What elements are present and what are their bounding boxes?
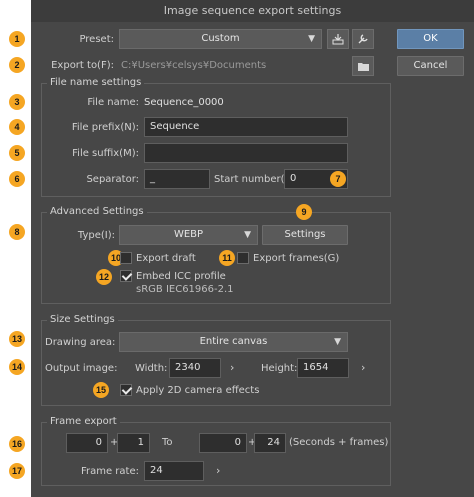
- frame-rate-label: Frame rate:: [80, 466, 139, 477]
- frame-rate-arrow-icon[interactable]: ›: [216, 464, 220, 477]
- edit-preset-button[interactable]: [352, 29, 374, 49]
- frame-rate-input[interactable]: 24: [144, 461, 204, 481]
- drawing-area-label: Drawing area:: [45, 337, 116, 348]
- export-dialog: Image sequence export settings Preset: C…: [31, 0, 474, 497]
- cancel-button[interactable]: Cancel: [397, 56, 464, 76]
- separator-label: Separator:: [86, 174, 139, 185]
- to-frames-input[interactable]: 24: [254, 433, 286, 453]
- chevron-down-icon: ▼: [244, 230, 251, 240]
- seconds-frames-unit: (Seconds + frames): [289, 437, 389, 448]
- chevron-down-icon: ▼: [334, 337, 341, 347]
- export-draft-checkbox[interactable]: [120, 252, 132, 264]
- badge-14: 14: [9, 359, 25, 375]
- embed-icc-label: Embed ICC profile: [136, 271, 226, 282]
- chevron-down-icon: ▼: [308, 34, 315, 44]
- file-suffix-label: File suffix(M):: [72, 148, 139, 159]
- height-input[interactable]: 1654: [297, 358, 349, 378]
- preset-label: Preset:: [79, 34, 114, 45]
- badge-7: 7: [330, 171, 346, 187]
- separator-input[interactable]: _: [144, 169, 210, 189]
- embed-icc-checkbox[interactable]: [120, 270, 132, 282]
- badge-2: 2: [9, 57, 25, 73]
- size-settings-title: Size Settings: [47, 314, 118, 326]
- width-arrow-icon[interactable]: ›: [230, 361, 234, 374]
- folder-icon: [357, 63, 369, 71]
- from-frames-input[interactable]: 1: [117, 433, 150, 453]
- badge-8: 8: [9, 224, 25, 240]
- to-seconds-input[interactable]: 0: [199, 433, 247, 453]
- preset-value: Custom: [201, 33, 240, 44]
- height-arrow-icon[interactable]: ›: [361, 361, 365, 374]
- browse-folder-button[interactable]: [352, 56, 374, 76]
- wrench-icon: [358, 34, 368, 44]
- drawing-area-select[interactable]: Entire canvas ▼: [119, 332, 348, 352]
- save-preset-button[interactable]: [327, 29, 349, 49]
- badge-5: 5: [9, 145, 25, 161]
- badge-12: 12: [96, 269, 112, 285]
- height-label: Height:: [261, 363, 298, 374]
- preset-select[interactable]: Custom ▼: [119, 29, 322, 49]
- type-value: WEBP: [173, 229, 204, 240]
- file-prefix-input[interactable]: Sequence: [144, 117, 348, 137]
- export-draft-label: Export draft: [136, 253, 196, 264]
- icc-profile-name: sRGB IEC61966-2.1: [136, 284, 234, 295]
- ok-button[interactable]: OK: [397, 29, 464, 49]
- width-label: Width:: [135, 363, 168, 374]
- badge-1: 1: [9, 31, 25, 47]
- dialog-title: Image sequence export settings: [31, 0, 474, 22]
- export-frames-checkbox[interactable]: [237, 252, 249, 264]
- badge-6: 6: [9, 171, 25, 187]
- from-seconds-input[interactable]: 0: [66, 433, 108, 453]
- width-input[interactable]: 2340: [169, 358, 221, 378]
- type-select[interactable]: WEBP ▼: [119, 225, 258, 245]
- type-label: Type(I):: [77, 230, 115, 241]
- badge-3: 3: [9, 94, 25, 110]
- badge-15: 15: [93, 382, 109, 398]
- advanced-settings-title: Advanced Settings: [47, 206, 147, 218]
- file-prefix-label: File prefix(N):: [71, 122, 139, 133]
- camera-effects-label: Apply 2D camera effects: [136, 385, 260, 396]
- file-name-label: File name:: [87, 97, 139, 108]
- badge-11: 11: [219, 250, 235, 266]
- camera-effects-checkbox[interactable]: [120, 384, 132, 396]
- output-image-label: Output image:: [45, 363, 118, 374]
- badge-4: 4: [9, 119, 25, 135]
- save-preset-icon: [332, 34, 344, 45]
- drawing-area-value: Entire canvas: [199, 336, 268, 347]
- export-path: C:¥Users¥celsys¥Documents: [121, 60, 267, 71]
- badge-16: 16: [9, 436, 25, 452]
- to-label: To: [162, 437, 173, 448]
- file-name-settings-title: File name settings: [47, 77, 145, 89]
- export-frames-label: Export frames(G): [253, 253, 340, 264]
- badge-9: 9: [296, 204, 312, 220]
- badge-13: 13: [9, 331, 25, 347]
- file-name-value: Sequence_0000: [144, 97, 224, 108]
- settings-button[interactable]: Settings: [262, 225, 348, 245]
- frame-export-title: Frame export: [47, 416, 120, 428]
- export-to-label: Export to(F):: [51, 60, 114, 71]
- file-suffix-input[interactable]: [144, 143, 348, 163]
- badge-17: 17: [9, 463, 25, 479]
